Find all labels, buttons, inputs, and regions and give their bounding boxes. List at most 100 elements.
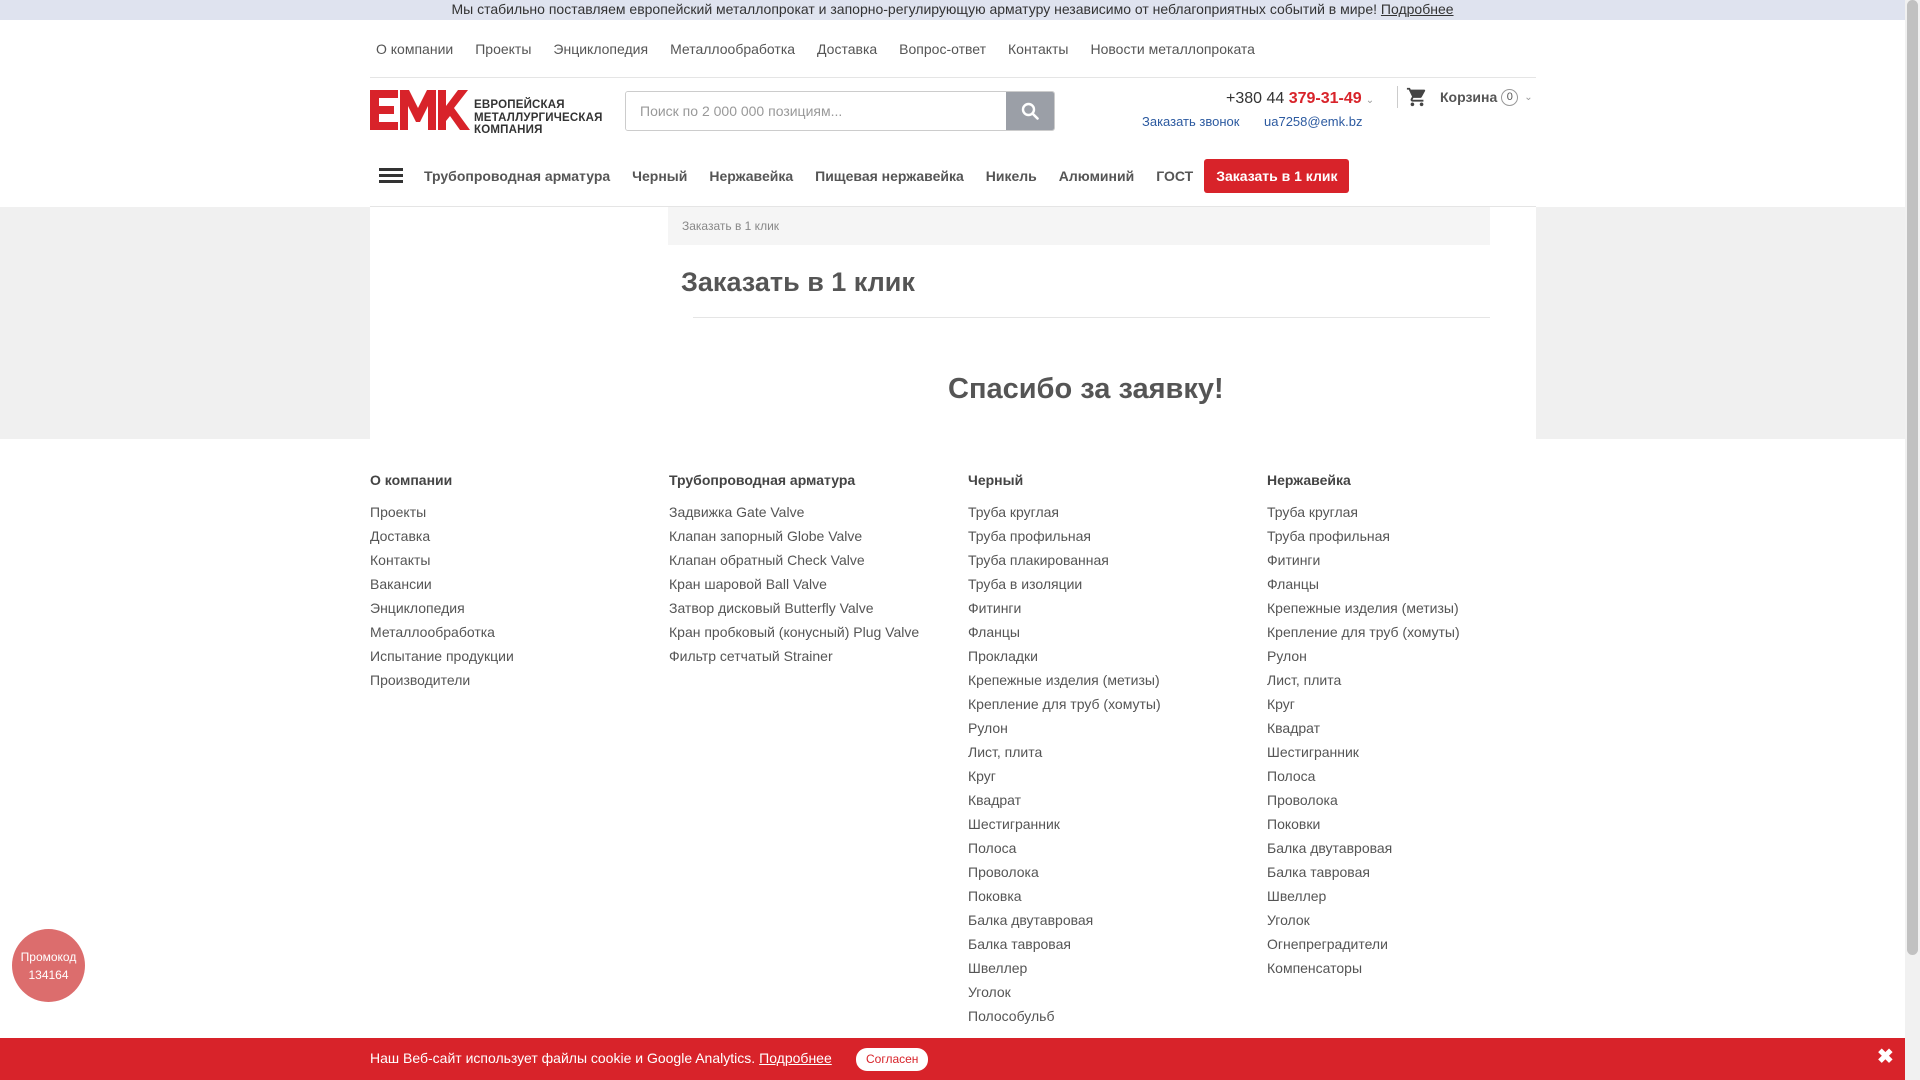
category-gost[interactable]: ГОСТ	[1156, 168, 1193, 184]
footer-link[interactable]: Кран пробковый (конусный) Plug Valve	[669, 620, 968, 644]
footer-link[interactable]: Труба плакированная	[968, 548, 1267, 572]
promo-code-badge[interactable]: Промокод 134164	[12, 929, 85, 1002]
topnav-item-delivery[interactable]: Доставка	[817, 41, 877, 57]
footer-link[interactable]: Клапан запорный Globe Valve	[669, 524, 968, 548]
footer-heading[interactable]: Нержавейка	[1267, 472, 1566, 488]
close-icon[interactable]: ✖	[1877, 1044, 1894, 1069]
footer-link[interactable]: Прокладки	[968, 644, 1267, 668]
cart-count-badge: 0	[1501, 88, 1519, 106]
cart-button[interactable]: Корзина 0 ⌄	[1406, 86, 1533, 108]
footer-link[interactable]: Труба круглая	[1267, 500, 1566, 524]
footer-links: О компании Проекты Доставка Контакты Вак…	[370, 472, 1570, 1028]
menu-icon[interactable]	[379, 165, 403, 186]
footer-link[interactable]: Уголок	[968, 980, 1267, 1004]
footer-link[interactable]: Полоса	[968, 836, 1267, 860]
footer-heading[interactable]: О компании	[370, 472, 669, 488]
footer-link[interactable]: Энциклопедия	[370, 596, 669, 620]
footer-link[interactable]: Кран шаровой Ball Valve	[669, 572, 968, 596]
footer-link[interactable]: Поковки	[1267, 812, 1566, 836]
topnav-item-contacts[interactable]: Контакты	[1008, 41, 1068, 57]
category-nickel[interactable]: Никель	[986, 168, 1037, 184]
footer-link[interactable]: Уголок	[1267, 908, 1566, 932]
footer-link[interactable]: Шестигранник	[1267, 740, 1566, 764]
footer-link[interactable]: Труба круглая	[968, 500, 1267, 524]
category-food-stainless[interactable]: Пищевая нержавейка	[815, 168, 964, 184]
cookie-accept-button[interactable]: Согласен	[856, 1048, 929, 1071]
footer-link[interactable]: Труба профильная	[968, 524, 1267, 548]
footer-link[interactable]: Лист, плита	[1267, 668, 1566, 692]
email-link[interactable]: ua7258@emk.bz	[1264, 114, 1362, 129]
chevron-down-icon: ⌄	[1365, 95, 1375, 106]
footer-link[interactable]: Рулон	[1267, 644, 1566, 668]
footer-heading[interactable]: Трубопроводная арматура	[669, 472, 968, 488]
footer-link[interactable]: Задвижка Gate Valve	[669, 500, 968, 524]
footer-link[interactable]: Полоса	[1267, 764, 1566, 788]
category-aluminum[interactable]: Алюминий	[1059, 168, 1134, 184]
category-stainless[interactable]: Нержавейка	[709, 168, 793, 184]
footer-link[interactable]: Балка тавровая	[968, 932, 1267, 956]
search-input[interactable]	[626, 92, 1006, 130]
topnav-item-encyclopedia[interactable]: Энциклопедия	[553, 41, 648, 57]
footer-link[interactable]: Круг	[1267, 692, 1566, 716]
footer-link[interactable]: Балка двутавровая	[1267, 836, 1566, 860]
footer-link[interactable]: Труба профильная	[1267, 524, 1566, 548]
topnav-item-about[interactable]: О компании	[376, 41, 453, 57]
topnav-item-metalworking[interactable]: Металлообработка	[670, 41, 795, 57]
footer-link[interactable]: Рулон	[968, 716, 1267, 740]
category-pipeline-valves[interactable]: Трубопроводная арматура	[424, 168, 610, 184]
footer-link[interactable]: Проволока	[968, 860, 1267, 884]
footer-link[interactable]: Фланцы	[968, 620, 1267, 644]
footer-link[interactable]: Лист, плита	[968, 740, 1267, 764]
footer-link[interactable]: Огнепреградители	[1267, 932, 1566, 956]
footer-link[interactable]: Крепежные изделия (метизы)	[1267, 596, 1566, 620]
breadcrumb: Заказать в 1 клик	[668, 207, 1490, 245]
footer-link[interactable]: Проволока	[1267, 788, 1566, 812]
footer-link[interactable]: Металлообработка	[370, 620, 669, 644]
footer-link[interactable]: Поковка	[968, 884, 1267, 908]
search-button[interactable]	[1006, 92, 1054, 130]
phone-number[interactable]: +380 44 379-31-49 ⌄	[1226, 90, 1374, 108]
announcement-more-link[interactable]: Подробнее	[1381, 1, 1454, 17]
logo-text: Европейская Металлургическая Компания	[474, 99, 603, 136]
footer-link[interactable]: Доставка	[370, 524, 669, 548]
topnav-item-projects[interactable]: Проекты	[475, 41, 531, 57]
footer-link[interactable]: Крепление для труб (хомуты)	[968, 692, 1267, 716]
footer-link[interactable]: Полособульб	[968, 1004, 1267, 1028]
topnav-item-faq[interactable]: Вопрос-ответ	[899, 41, 986, 57]
footer-heading[interactable]: Черный	[968, 472, 1267, 488]
footer-link[interactable]: Фитинги	[968, 596, 1267, 620]
footer-link[interactable]: Фильтр сетчатый Strainer	[669, 644, 968, 668]
footer-link[interactable]: Производители	[370, 668, 669, 692]
scrollbar-thumb[interactable]	[1907, 0, 1918, 955]
company-logo[interactable]: Европейская Металлургическая Компания	[370, 90, 606, 136]
footer-link[interactable]: Клапан обратный Check Valve	[669, 548, 968, 572]
footer-link[interactable]: Испытание продукции	[370, 644, 669, 668]
footer-link[interactable]: Труба в изоляции	[968, 572, 1267, 596]
footer-link[interactable]: Фланцы	[1267, 572, 1566, 596]
callback-link[interactable]: Заказать звонок	[1142, 114, 1239, 129]
cookie-more-link[interactable]: Подробнее	[759, 1050, 832, 1066]
footer-link[interactable]: Квадрат	[968, 788, 1267, 812]
footer-link[interactable]: Балка двутавровая	[968, 908, 1267, 932]
footer-link[interactable]: Контакты	[370, 548, 669, 572]
footer-link[interactable]: Швеллер	[1267, 884, 1566, 908]
category-black-metal[interactable]: Черный	[632, 168, 687, 184]
footer-link[interactable]: Фитинги	[1267, 548, 1566, 572]
footer-link[interactable]: Квадрат	[1267, 716, 1566, 740]
announcement-bar: Мы стабильно поставляем европейский мета…	[0, 0, 1905, 20]
scrollbar[interactable]	[1905, 0, 1920, 1080]
footer-link[interactable]: Крепление для труб (хомуты)	[1267, 620, 1566, 644]
topnav-item-news[interactable]: Новости металлопроката	[1091, 41, 1255, 57]
order-one-click-button[interactable]: Заказать в 1 клик	[1204, 158, 1350, 193]
footer-link[interactable]: Вакансии	[370, 572, 669, 596]
footer-link[interactable]: Крепежные изделия (метизы)	[968, 668, 1267, 692]
footer-link[interactable]: Балка тавровая	[1267, 860, 1566, 884]
footer-link[interactable]: Компенсаторы	[1267, 956, 1566, 980]
site-header: Европейская Металлургическая Компания +3…	[370, 80, 1536, 140]
footer-link[interactable]: Затвор дисковый Butterfly Valve	[669, 596, 968, 620]
footer-link[interactable]: Проекты	[370, 500, 669, 524]
cart-label: Корзина	[1440, 89, 1498, 105]
footer-link[interactable]: Круг	[968, 764, 1267, 788]
footer-link[interactable]: Швеллер	[968, 956, 1267, 980]
footer-link[interactable]: Шестигранник	[968, 812, 1267, 836]
